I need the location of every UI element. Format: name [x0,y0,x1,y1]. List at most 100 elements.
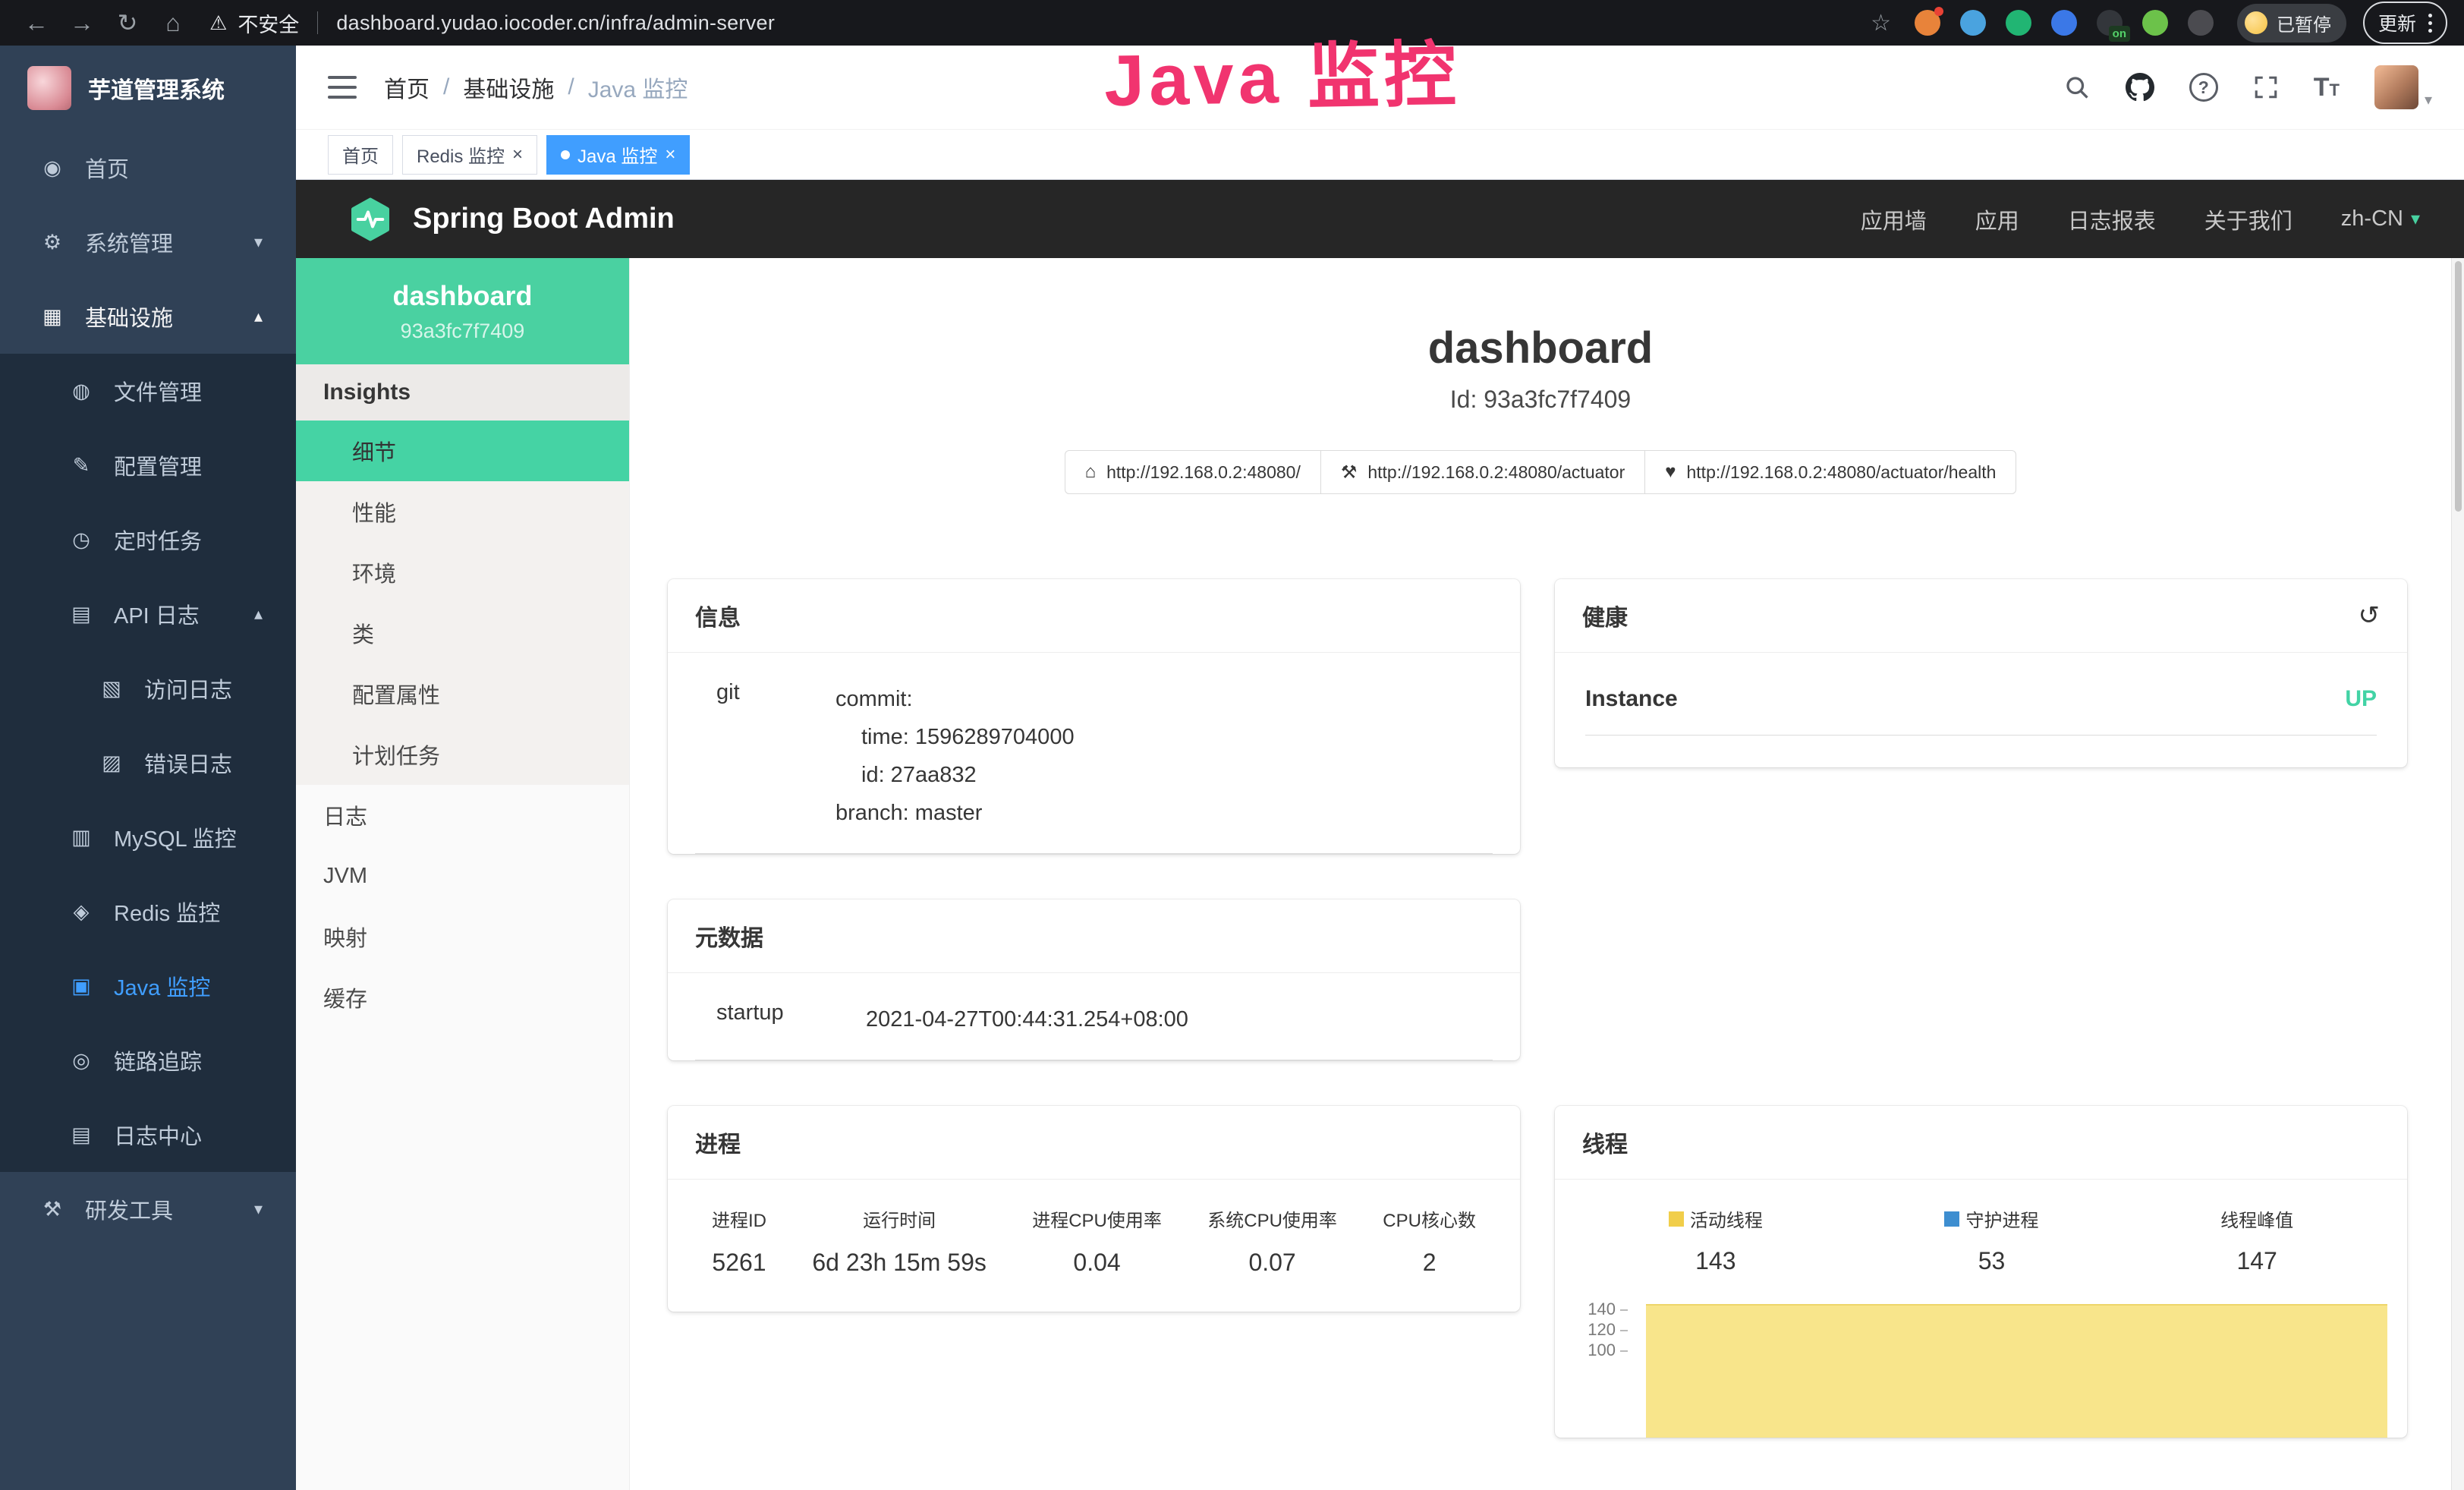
sidebar-item-access-logs[interactable]: ▧ 访问日志 [0,651,296,726]
extension-icon-7[interactable] [2188,10,2214,36]
address-url[interactable]: dashboard.yudao.iocoder.cn/infra/admin-s… [336,11,775,35]
sba-nav-wallboard[interactable]: 应用墙 [1861,203,1927,235]
sidebar-item-system-management[interactable]: ⚙ 系统管理 ▾ [0,205,296,279]
menu-item-mappings[interactable]: 映射 [296,906,629,967]
browser-back-icon[interactable]: ← [17,9,56,37]
close-icon[interactable]: × [512,144,523,165]
instance-header[interactable]: dashboard 93a3fc7f7409 [296,258,629,364]
health-instance-row: Instance UP [1585,686,2377,736]
app-window: 芋道管理系统 ◉ 首页 ⚙ 系统管理 ▾ ▦ 基础设施 ▴ ◍ 文件管理 ✎ 配… [0,46,2464,1490]
sidebar-item-api-logs[interactable]: ▤ API 日志 ▴ [0,577,296,651]
sidebar-item-mysql-monitor[interactable]: ▥ MySQL 监控 [0,800,296,874]
menu-item-classes[interactable]: 类 [296,603,629,663]
browser-forward-icon[interactable]: → [62,9,102,37]
bookmark-star-icon[interactable]: ☆ [1871,10,1891,36]
legend-label: 守护进程 [1965,1205,2038,1232]
instance-main: dashboard Id: 93a3fc7f7409 ⌂ http://192.… [630,258,2451,1490]
menu-item-config-props[interactable]: 配置属性 [296,663,629,724]
sidebar-item-scheduled-tasks[interactable]: ◷ 定时任务 [0,502,296,577]
tab-label: Java 监控 [577,141,657,168]
legend-live-threads: 活动线程 143 [1669,1205,1763,1275]
tab-java-monitor[interactable]: Java 监控 × [546,135,690,175]
metadata-value: 2021-04-27T00:44:31.254+08:00 [866,1000,1188,1038]
sba-nav-applications[interactable]: 应用 [1975,203,2019,235]
history-icon[interactable]: ↺ [2359,600,2381,631]
menu-item-performance[interactable]: 性能 [296,481,629,542]
site-security-chip[interactable]: ⚠ 不安全 dashboard.yudao.iocoder.cn/infra/a… [209,8,775,38]
update-button[interactable]: 更新 [2363,2,2447,44]
scrollbar-thumb[interactable] [2455,261,2462,512]
breadcrumb-infrastructure[interactable]: 基础设施 [463,71,554,104]
sba-nav-journal[interactable]: 日志报表 [2068,203,2156,235]
sidebar-item-java-monitor[interactable]: ▣ Java 监控 [0,949,296,1023]
tab-home[interactable]: 首页 [328,135,393,175]
service-url-button[interactable]: ⌂ http://192.168.0.2:48080/ [1065,450,1321,494]
help-icon[interactable]: ? [2189,73,2218,102]
extension-icon-5[interactable]: on [2097,10,2123,36]
search-icon[interactable] [2063,74,2091,101]
sidebar-item-file-management[interactable]: ◍ 文件管理 [0,354,296,428]
close-icon[interactable]: × [665,144,675,165]
info-git-row: git commit: time: 1596289704000 id: 27aa… [695,653,1493,854]
extension-icon-6[interactable] [2142,10,2168,36]
metadata-startup-row: startup 2021-04-27T00:44:31.254+08:00 [695,973,1493,1060]
app-logo[interactable]: 芋道管理系统 [0,46,296,131]
sidebar-item-dev-tools[interactable]: ⚒ 研发工具 ▾ [0,1172,296,1246]
menu-item-logs[interactable]: 日志 [296,785,629,846]
menu-item-scheduled-tasks[interactable]: 计划任务 [296,724,629,785]
sidebar-item-config-management[interactable]: ✎ 配置管理 [0,428,296,502]
sidebar-item-label: 链路追踪 [114,1044,202,1076]
browser-home-icon[interactable]: ⌂ [153,9,193,37]
font-size-icon[interactable]: TT [2314,73,2340,102]
menu-item-jvm[interactable]: JVM [296,846,629,906]
menu-item-details[interactable]: 细节 [296,421,629,481]
sidebar-item-log-center[interactable]: ▤ 日志中心 [0,1098,296,1172]
menu-item-environment[interactable]: 环境 [296,542,629,603]
extension-icon-1[interactable] [1915,10,1940,36]
browser-reload-icon[interactable]: ↻ [108,8,147,37]
sba-logo-icon[interactable] [348,197,393,242]
sidebar-item-home[interactable]: ◉ 首页 [0,131,296,205]
metadata-card-header: 元数据 [668,899,1520,973]
extension-icon-4[interactable] [2051,10,2077,36]
legend-square-blue [1944,1211,1959,1227]
breadcrumb-separator [568,74,574,100]
sidebar-item-error-logs[interactable]: ▨ 错误日志 [0,726,296,800]
threads-card: 线程 活动线程 143 守护进程 53 [1555,1106,2407,1438]
github-icon[interactable] [2126,73,2154,102]
breadcrumb-home[interactable]: 首页 [384,71,430,104]
metric-label: 进程CPU使用率 [1032,1205,1162,1232]
profile-paused-chip[interactable]: 已暂停 [2237,4,2346,43]
actuator-url: http://192.168.0.2:48080/actuator [1367,462,1625,483]
health-url-button[interactable]: ♥ http://192.168.0.2:48080/actuator/heal… [1645,450,2016,494]
metadata-card: 元数据 startup 2021-04-27T00:44:31.254+08:0… [668,899,1520,1060]
locale-select[interactable]: zh-CN ▾ [2341,206,2420,232]
sidebar-item-redis-monitor[interactable]: ◈ Redis 监控 [0,874,296,949]
tab-redis-monitor[interactable]: Redis 监控 × [402,135,537,175]
menu-item-caches[interactable]: 缓存 [296,967,629,1028]
health-url: http://192.168.0.2:48080/actuator/health [1687,462,1997,483]
sba-title[interactable]: Spring Boot Admin [413,203,675,235]
redis-icon: ◈ [68,900,94,924]
sba-nav-about[interactable]: 关于我们 [2204,203,2292,235]
sidebar-item-infrastructure[interactable]: ▦ 基础设施 ▴ [0,279,296,354]
process-card-header: 进程 [668,1106,1520,1180]
breadcrumb-separator [443,74,449,100]
sidebar-item-label: Redis 监控 [114,896,220,928]
extension-icon-2[interactable] [1960,10,1986,36]
sidebar-item-tracing[interactable]: ◎ 链路追踪 [0,1023,296,1098]
service-url: http://192.168.0.2:48080/ [1106,462,1301,483]
clock-icon: ◷ [68,528,94,552]
sidebar-item-label: 研发工具 [85,1193,173,1225]
user-menu[interactable]: ▾ [2374,65,2432,109]
hamburger-icon[interactable] [328,76,357,99]
actuator-url-button[interactable]: ⚒ http://192.168.0.2:48080/actuator [1321,450,1645,494]
sidebar-item-label: 访问日志 [144,673,232,704]
browser-menu-icon[interactable] [2428,14,2432,33]
process-metrics: 进程ID 5261 运行时间 6d 23h 15m 59s 进程CPU使用率 0… [668,1180,1520,1312]
health-card-header: 健康 ↺ [1555,579,2407,653]
fullscreen-icon[interactable] [2253,74,2279,100]
extension-icon-3[interactable] [2006,10,2031,36]
page-header: 首页 基础设施 Java 监控 ? TT [296,46,2464,129]
scrollbar[interactable] [2451,258,2464,1490]
